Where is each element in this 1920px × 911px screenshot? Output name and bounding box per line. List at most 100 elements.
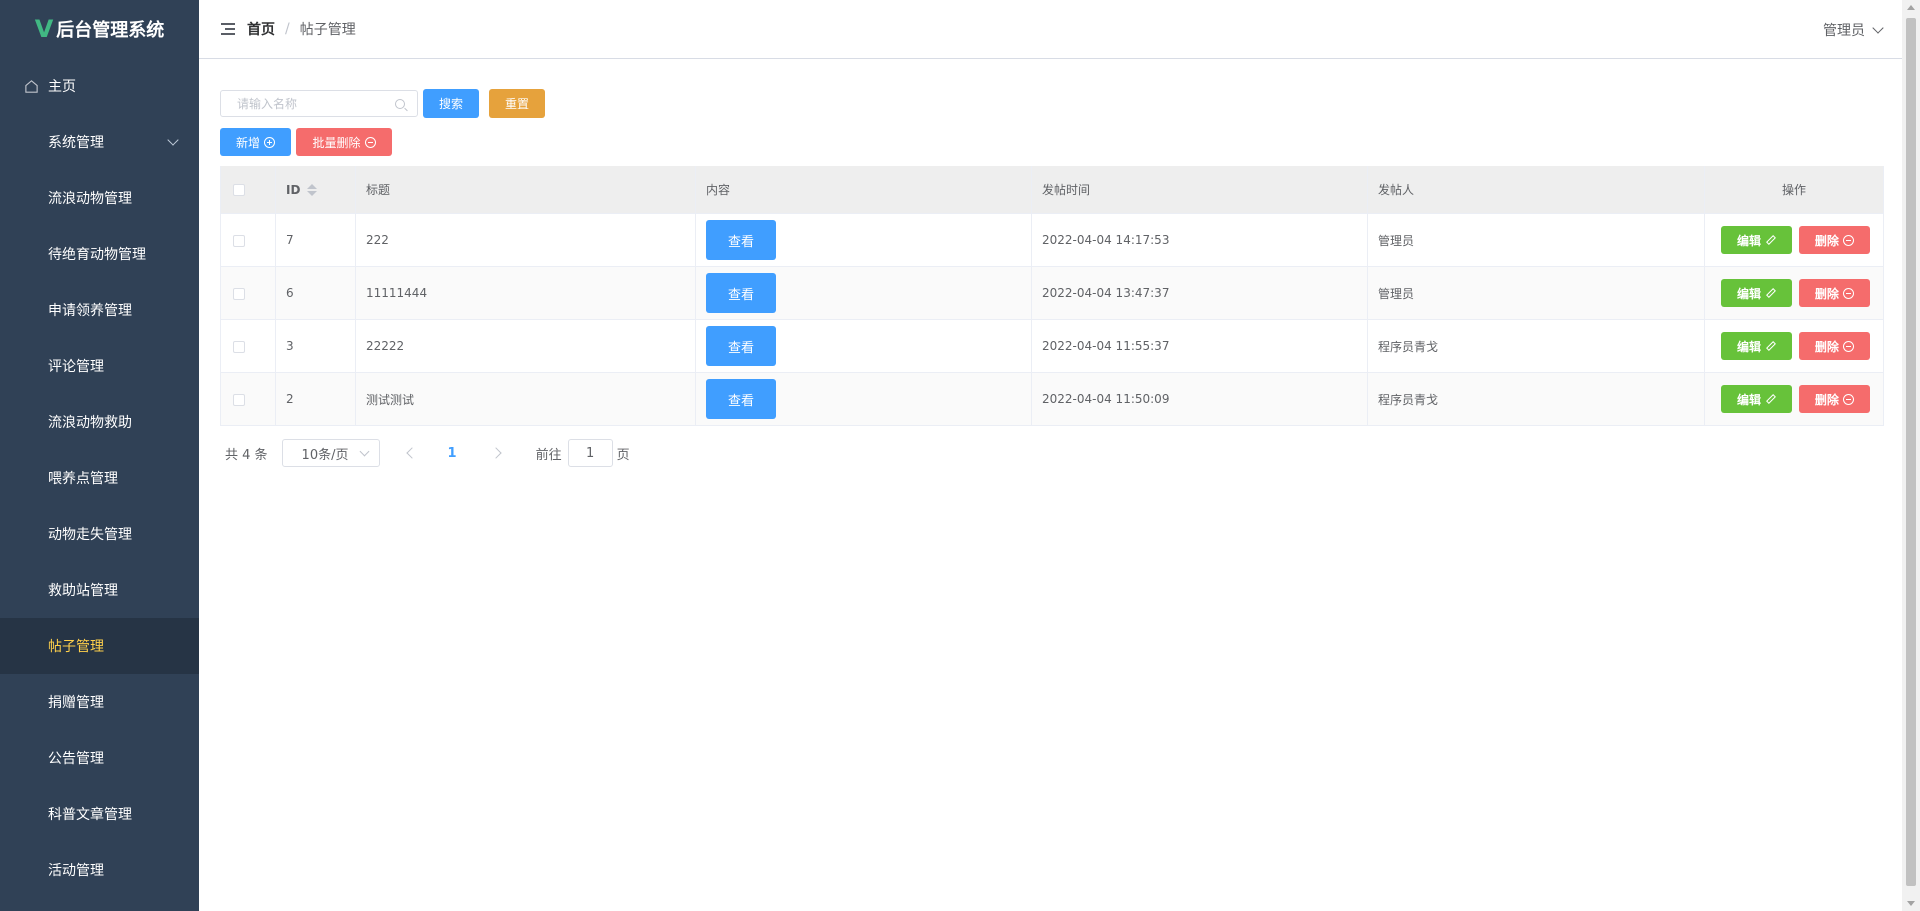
cell-author: 管理员 [1367, 213, 1705, 267]
grid-icon [24, 695, 39, 710]
grid-icon [24, 191, 39, 206]
column-header-id[interactable]: ID [275, 166, 356, 214]
select-all-checkbox[interactable] [233, 184, 245, 196]
cell-id: 6 [275, 266, 356, 320]
sidebar-item-label: 动物走失管理 [48, 527, 132, 543]
table-row: 3 22222 查看 2022-04-04 11:55:37 程序员青戈 编辑 … [220, 319, 1884, 373]
sidebar-item-posts[interactable]: 帖子管理 [0, 618, 199, 674]
column-header-content: 内容 [695, 166, 1032, 214]
sidebar-item-activities[interactable]: 活动管理 [0, 842, 199, 898]
cell-content: 查看 [695, 213, 1032, 267]
sidebar-item-adoption[interactable]: 申请领养管理 [0, 282, 199, 338]
sidebar-item-system[interactable]: 系统管理 [0, 114, 199, 170]
scroll-up-arrow-icon[interactable] [1907, 5, 1915, 10]
scrollbar-thumb[interactable] [1906, 18, 1916, 886]
scroll-down-arrow-icon[interactable] [1907, 901, 1915, 906]
page-size-value: 10条/页 [301, 447, 349, 463]
cell-author: 程序员青戈 [1367, 319, 1705, 373]
grid-icon [24, 807, 39, 822]
batch-delete-label: 批量删除 [312, 135, 361, 150]
reset-button[interactable]: 重置 [489, 89, 545, 118]
sidebar-item-label: 救助站管理 [48, 583, 118, 599]
grid-icon [24, 751, 39, 766]
search-field[interactable] [220, 90, 418, 117]
page-size-select[interactable]: 10条/页 [281, 439, 380, 467]
edit-button[interactable]: 编辑 [1721, 332, 1792, 360]
cell-content: 查看 [695, 372, 1032, 426]
batch-delete-button[interactable]: 批量删除 [296, 128, 392, 156]
view-button[interactable]: 查看 [706, 220, 776, 260]
cell-author: 程序员青戈 [1367, 372, 1705, 426]
add-button[interactable]: 新增 [220, 128, 291, 156]
edit-button[interactable]: 编辑 [1721, 226, 1792, 254]
page-scrollbar[interactable] [1902, 0, 1920, 911]
sidebar-item-comments[interactable]: 评论管理 [0, 338, 199, 394]
next-page-icon[interactable] [489, 447, 502, 459]
row-checkbox[interactable] [233, 287, 245, 300]
hamburger-icon[interactable] [221, 23, 235, 35]
goto-suffix: 页 [616, 447, 630, 463]
sidebar-item-rescue[interactable]: 流浪动物救助 [0, 394, 199, 450]
sidebar-item-donations[interactable]: 捐赠管理 [0, 674, 199, 730]
grid-icon [24, 639, 39, 654]
prev-page-icon[interactable] [405, 447, 418, 459]
sidebar-item-lost-animals[interactable]: 动物走失管理 [0, 506, 199, 562]
view-button[interactable]: 查看 [706, 273, 776, 313]
sidebar-item-announcements[interactable]: 公告管理 [0, 730, 199, 786]
goto-page-input[interactable] [567, 439, 613, 467]
cell-time: 2022-04-04 11:50:09 [1031, 372, 1368, 426]
circle-minus-icon [1842, 393, 1854, 405]
sidebar-item-label: 主页 [48, 79, 76, 95]
sidebar-item-sterilization[interactable]: 待绝育动物管理 [0, 226, 199, 282]
select-all-cell [220, 166, 276, 214]
breadcrumb-current: 帖子管理 [299, 22, 356, 38]
search-icon [395, 99, 405, 109]
row-checkbox[interactable] [233, 340, 245, 353]
grid-icon [24, 471, 39, 486]
search-button[interactable]: 搜索 [423, 89, 479, 118]
row-checkbox[interactable] [233, 393, 245, 406]
cell-time: 2022-04-04 14:17:53 [1031, 213, 1368, 267]
column-header-id-label: ID [286, 182, 301, 197]
row-checkbox[interactable] [233, 234, 245, 247]
delete-button[interactable]: 删除 [1798, 226, 1870, 254]
cell-title: 11111444 [355, 266, 696, 320]
delete-label: 删除 [1814, 286, 1839, 301]
grid-icon [24, 247, 39, 262]
cell-content: 查看 [695, 319, 1032, 373]
breadcrumb: 首页 / 帖子管理 [247, 19, 356, 39]
sidebar-item-feeding-points[interactable]: 喂养点管理 [0, 450, 199, 506]
sidebar-item-label: 喂养点管理 [48, 471, 118, 487]
delete-button[interactable]: 删除 [1798, 385, 1870, 413]
edit-button[interactable]: 编辑 [1721, 385, 1792, 413]
vue-logo-icon: V [34, 15, 54, 43]
sidebar-item-label: 捐赠管理 [48, 695, 104, 711]
sidebar-item-stray-animals[interactable]: 流浪动物管理 [0, 170, 199, 226]
sidebar-item-rescue-stations[interactable]: 救助站管理 [0, 562, 199, 618]
breadcrumb-separator: / [285, 21, 290, 37]
delete-button[interactable]: 删除 [1798, 332, 1870, 360]
view-button[interactable]: 查看 [706, 326, 776, 366]
cell-id: 7 [275, 213, 356, 267]
view-button[interactable]: 查看 [706, 379, 776, 419]
breadcrumb-home[interactable]: 首页 [247, 19, 275, 39]
cell-ops: 编辑 删除 [1704, 266, 1884, 320]
row-select-cell [220, 213, 276, 267]
page-number-current[interactable]: 1 [448, 446, 457, 461]
edit-pen-icon [1766, 235, 1776, 245]
sidebar-item-home[interactable]: 主页 [0, 58, 199, 114]
sidebar-item-label: 待绝育动物管理 [48, 247, 146, 263]
search-bar: 搜索 重置 [220, 89, 1883, 118]
app-title: 后台管理系统 [56, 20, 165, 41]
search-input[interactable] [235, 95, 399, 112]
sort-icon[interactable] [307, 184, 318, 196]
user-dropdown[interactable]: 管理员 [1823, 20, 1884, 40]
pagination-total: 共 4 条 [225, 447, 268, 463]
cell-title: 测试测试 [355, 372, 696, 426]
sidebar-item-articles[interactable]: 科普文章管理 [0, 786, 199, 842]
grid-icon [24, 135, 39, 150]
edit-button[interactable]: 编辑 [1721, 279, 1792, 307]
delete-button[interactable]: 删除 [1798, 279, 1870, 307]
row-select-cell [220, 372, 276, 426]
cell-content: 查看 [695, 266, 1032, 320]
